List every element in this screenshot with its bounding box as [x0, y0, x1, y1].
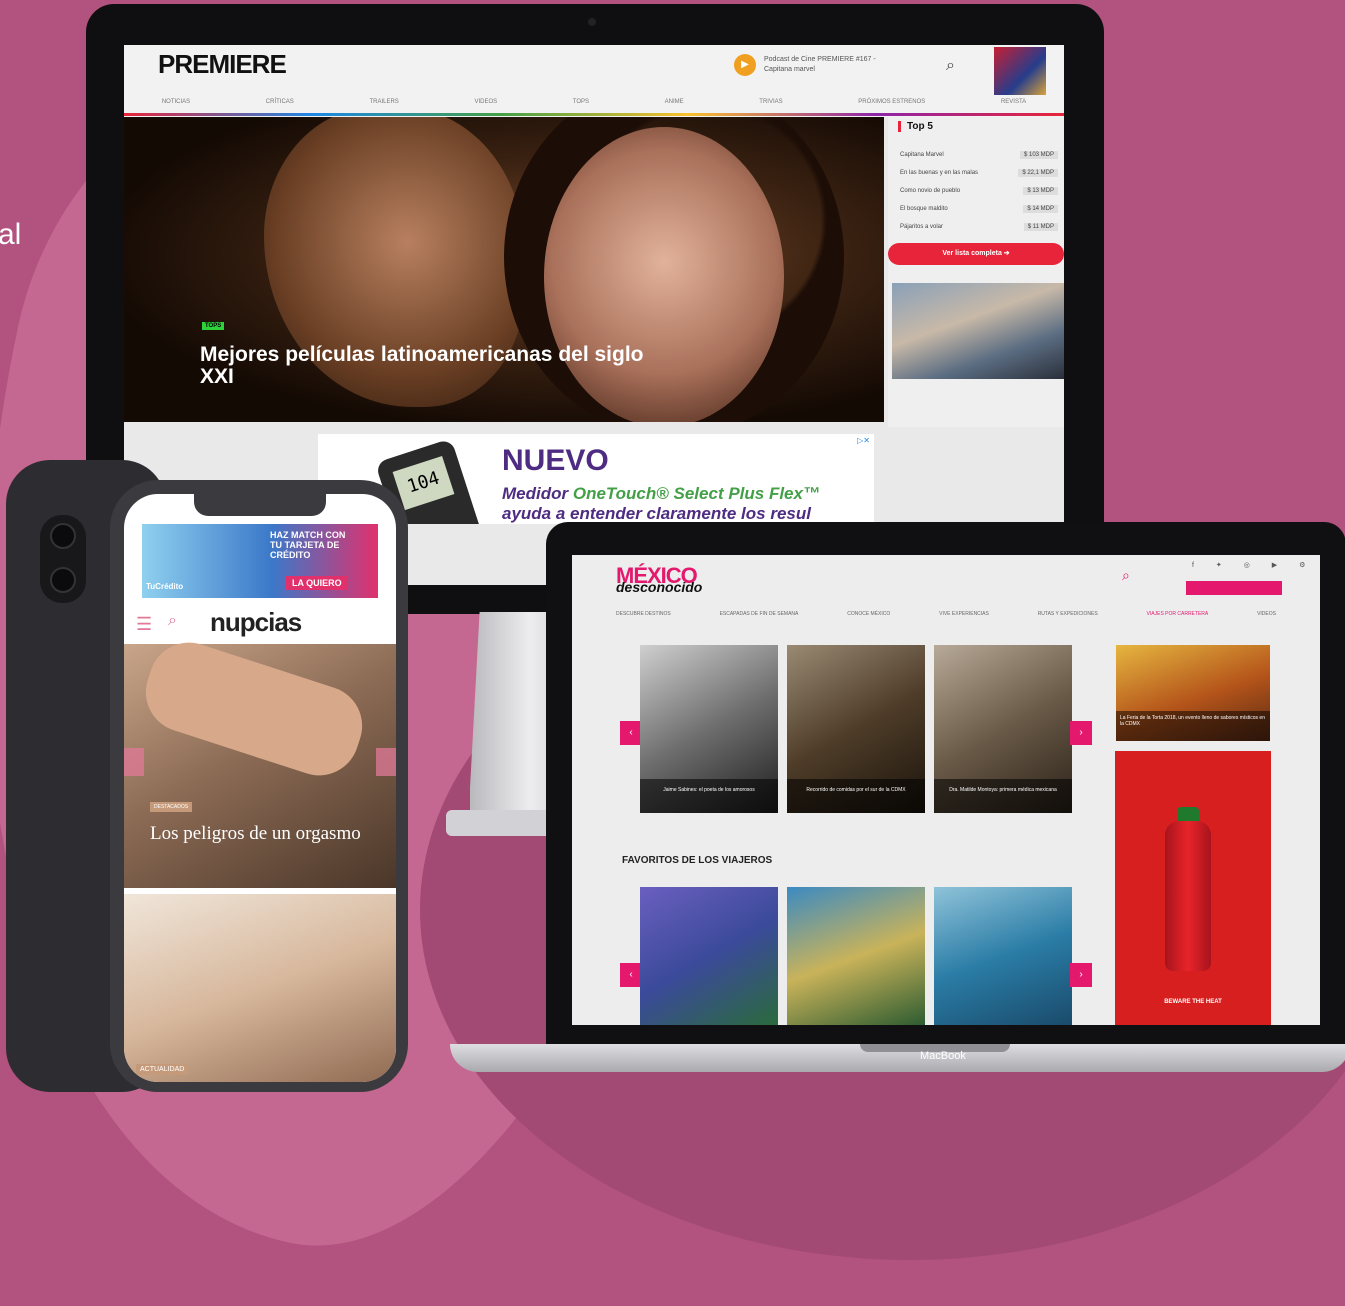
nav-item[interactable]: CONOCE MÉXICO: [847, 611, 890, 617]
meter-reading: 104: [392, 455, 455, 511]
edge-text: al: [0, 218, 22, 251]
photo-card[interactable]: [640, 887, 778, 1025]
hot-sauce-bottle: [1165, 821, 1211, 971]
magazine-cover[interactable]: [994, 47, 1046, 95]
hero-title[interactable]: Mejores películas latinoamericanas del s…: [200, 344, 670, 388]
podcast-text[interactable]: Podcast de Cine PREMIERE #167 - Capitana…: [764, 55, 894, 75]
play-icon[interactable]: ▶: [734, 54, 756, 76]
section-title: FAVORITOS DE LOS VIAJEROS: [622, 855, 773, 866]
phone-screen: HAZ MATCH CON TU TARJETA DE CRÉDITO LA Q…: [124, 494, 396, 1082]
video-thumbnail[interactable]: [892, 283, 1064, 379]
article-caption: Recorrido de comidas por el sur de la CD…: [787, 779, 925, 813]
top5-value: $ 11 MDP: [1023, 223, 1058, 231]
chevron-right-icon[interactable]: ›: [1070, 721, 1092, 745]
search-icon[interactable]: ⌕: [946, 57, 955, 75]
hero-slider[interactable]: DESTACADOS Los peligros de un orgasmo: [124, 632, 396, 888]
hero-slider[interactable]: TOPS Mejores películas latinoamericanas …: [124, 117, 884, 422]
chevron-left-icon[interactable]: ‹: [620, 963, 642, 987]
camera-icon: [588, 18, 596, 26]
camera-lens-icon: [50, 523, 76, 549]
hero-title[interactable]: Los peligros de un orgasmo: [150, 824, 370, 844]
premiere-header: PREMIERE ▶ Podcast de Cine PREMIERE #167…: [124, 45, 1064, 117]
top5-name: Pájaritos a volar: [900, 224, 944, 230]
ad-text: HAZ MATCH CON TU TARJETA DE CRÉDITO: [270, 530, 346, 560]
site-logo-sub[interactable]: desconocido: [616, 579, 702, 595]
ad-headline: NUEVO: [502, 444, 609, 477]
photo-card[interactable]: [934, 887, 1072, 1025]
top5-row[interactable]: Pájaritos a volar $ 11 MDP: [896, 221, 1060, 235]
macbook-label: MacBook: [920, 1050, 966, 1062]
ad-brand: OneTouch® Select Plus Flex™: [572, 484, 820, 503]
phone-notch: [194, 494, 326, 516]
full-list-button[interactable]: Ver lista completa ➔: [888, 243, 1064, 265]
top5-value: $ 22,1 MDP: [1018, 169, 1058, 177]
nav-item[interactable]: ESCAPADAS DE FIN DE SEMANA: [720, 611, 799, 617]
top5-row[interactable]: En las buenas y en las malas $ 22,1 MDP: [896, 167, 1060, 181]
menu-icon[interactable]: ☰: [136, 614, 152, 635]
ad-body: Medidor OneTouch® Select Plus Flex™ ayuda…: [502, 484, 874, 524]
ad-body-pre: Medidor: [502, 484, 573, 503]
ad-body-line2: ayuda a entender claramente los resul: [502, 504, 811, 523]
top5-value: $ 13 MDP: [1023, 187, 1058, 195]
chevron-left-icon[interactable]: ‹: [620, 721, 642, 745]
article-caption: Jaime Sabines: el poeta de los amorosos: [640, 779, 778, 813]
nav-item[interactable]: VIDEOS: [1257, 611, 1276, 617]
social-icons[interactable]: f ✦ ◎ ▶ ⚙: [1192, 561, 1315, 569]
nav-item[interactable]: DESCUBRE DESTINOS: [616, 611, 671, 617]
search-icon[interactable]: ⌕: [168, 612, 177, 630]
chevron-right-icon[interactable]: ›: [1070, 963, 1092, 987]
nav-item-active[interactable]: VIAJES POR CARRETERA: [1147, 611, 1209, 617]
camera-lens-icon: [50, 567, 76, 593]
top5-panel: Top 5 Capitana Marvel $ 103 MDP En las bu…: [888, 117, 1064, 427]
search-icon[interactable]: ⌕: [1122, 567, 1130, 584]
camera-module: [40, 515, 86, 603]
chevron-right-icon[interactable]: [376, 748, 396, 776]
article-tag[interactable]: ACTUALIDAD: [136, 1064, 189, 1075]
ad-banner[interactable]: HAZ MATCH CON TU TARJETA DE CRÉDITO LA Q…: [142, 524, 378, 598]
article-caption: Dra. Matilde Montoya: primera médica mex…: [934, 779, 1072, 813]
ad-logo: TuCrédito: [146, 582, 184, 591]
article-card[interactable]: Jaime Sabines: el poeta de los amorosos: [640, 645, 778, 813]
macbook-screen: MÉXICO desconocido ⌕ f ✦ ◎ ▶ ⚙ DESCUBRE …: [572, 555, 1320, 1025]
hero-tag[interactable]: TOPS: [202, 322, 225, 330]
nav-item[interactable]: VIVE EXPERIENCIAS: [939, 611, 989, 617]
nav-color-bar: [124, 113, 1064, 116]
article-card[interactable]: ACTUALIDAD: [124, 894, 396, 1082]
photo-card[interactable]: [787, 887, 925, 1025]
site-nav: DESCUBRE DESTINOS ESCAPADAS DE FIN DE SE…: [616, 611, 1276, 617]
chevron-left-icon[interactable]: [124, 748, 144, 776]
top5-value: $ 103 MDP: [1019, 151, 1058, 159]
top5-row[interactable]: Como novio de pueblo $ 13 MDP: [896, 185, 1060, 199]
top5-name: El bosque maldito: [900, 206, 948, 212]
article-card[interactable]: Recorrido de comidas por el sur de la CD…: [787, 645, 925, 813]
premiere-logo[interactable]: PREMIERE: [158, 49, 287, 80]
top5-value: $ 14 MDP: [1023, 205, 1058, 213]
article-card[interactable]: Dra. Matilde Montoya: primera médica mex…: [934, 645, 1072, 813]
top5-name: Capitana Marvel: [900, 152, 944, 158]
top5-name: Como novio de pueblo: [900, 188, 961, 194]
nav-item[interactable]: RUTAS Y EXPEDICIONES: [1038, 611, 1098, 617]
ad-banner[interactable]: BEWARE THE HEAT: [1115, 751, 1271, 1025]
ad-button[interactable]: LA QUIERO: [286, 576, 348, 590]
ad-text: BEWARE THE HEAT: [1164, 999, 1222, 1005]
hero-image: [135, 632, 373, 786]
top5-row[interactable]: El bosque maldito $ 14 MDP: [896, 203, 1060, 217]
nupcias-header: ☰ ⌕ nupcias: [124, 602, 396, 644]
top5-name: En las buenas y en las malas: [900, 170, 979, 176]
nupcias-logo[interactable]: nupcias: [210, 607, 302, 638]
close-icon[interactable]: ▷✕: [857, 436, 870, 445]
side-article-caption[interactable]: La Feria de la Torta 2018, un evento lle…: [1116, 711, 1270, 741]
hero-tag[interactable]: DESTACADOS: [150, 802, 193, 812]
top5-row[interactable]: Capitana Marvel $ 103 MDP: [896, 149, 1060, 163]
top5-title: Top 5: [898, 121, 933, 132]
subscribe-button[interactable]: [1186, 581, 1282, 595]
